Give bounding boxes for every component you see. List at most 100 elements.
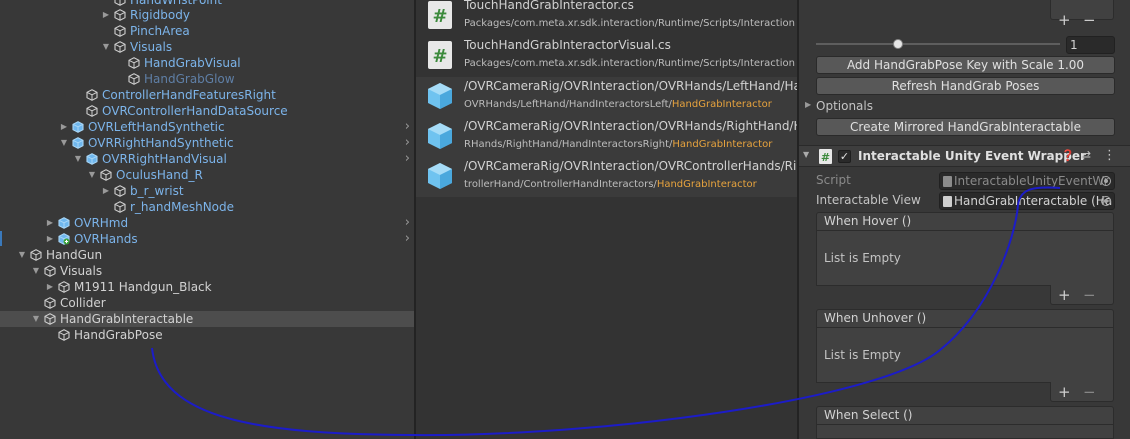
gameobject-icon <box>100 169 112 181</box>
hierarchy-item[interactable]: ▶ Rigidbody <box>0 7 414 23</box>
gameobject-icon <box>114 9 126 21</box>
scale-slider[interactable] <box>816 36 1060 52</box>
result-item[interactable]: /OVRCameraRig/OVRInteraction/OVRHands/Le… <box>416 77 797 117</box>
expand-arrow-icon[interactable]: ▶ <box>805 100 811 109</box>
component-enabled-checkbox[interactable]: ✓ <box>838 150 851 163</box>
chevron-right-icon[interactable]: › <box>405 119 410 135</box>
when-hover-list: List is Empty <box>816 231 1114 286</box>
result-item[interactable]: # TouchHandGrabInteractor.cs Packages/co… <box>416 0 797 36</box>
result-path: OVRHands/LeftHand/HandInteractorsLeft/Ha… <box>464 99 772 110</box>
presets-icon[interactable]: ⇄ <box>1081 148 1091 162</box>
svg-text:#: # <box>821 151 830 164</box>
hierarchy-item[interactable]: ▼ OVRRightHandVisual › <box>0 151 414 167</box>
hierarchy-item[interactable]: ControllerHandFeaturesRight <box>0 87 414 103</box>
gameobject-icon <box>86 89 98 101</box>
remove-event-button[interactable]: − <box>1083 287 1096 303</box>
hierarchy-item[interactable]: OVRControllerHandDataSource <box>0 103 414 119</box>
hierarchy-item[interactable]: ▶ OVRHands › <box>0 231 414 247</box>
help-icon[interactable]: ❓ <box>1061 149 1075 162</box>
chevron-right-icon[interactable]: › <box>405 215 410 231</box>
hierarchy-item-label: Collider <box>60 296 106 310</box>
result-title: TouchHandGrabInteractorVisual.cs <box>464 38 671 52</box>
collapse-arrow-icon[interactable]: ▼ <box>17 247 27 263</box>
component-header[interactable]: ▼ # ✓ Interactable Unity Event Wrapper ❓… <box>799 145 1130 167</box>
result-path: trollerHand/ControllerHandInteractors/Ha… <box>464 179 757 190</box>
hierarchy-item[interactable]: PinchArea <box>0 23 414 39</box>
remove-element-button[interactable]: − <box>1083 12 1096 28</box>
object-picker-icon[interactable] <box>1101 196 1111 206</box>
add-element-button[interactable]: + <box>1058 12 1071 28</box>
when-hover-header: When Hover () <box>816 212 1114 231</box>
hierarchy-item-label: ControllerHandFeaturesRight <box>102 88 276 102</box>
slider-value-field[interactable]: 1 <box>1066 36 1115 54</box>
collapse-arrow-icon[interactable]: ▼ <box>803 150 809 159</box>
collapse-arrow-icon[interactable]: ▼ <box>31 311 41 327</box>
optionals-foldout[interactable]: Optionals <box>816 99 873 113</box>
expand-arrow-icon[interactable]: ▶ <box>101 7 111 23</box>
interactable-view-field[interactable]: HandGrabInteractable (Ha <box>939 192 1115 210</box>
when-unhover-list: List is Empty <box>816 328 1114 383</box>
object-picker-icon <box>1101 176 1111 186</box>
refresh-poses-button[interactable]: Refresh HandGrab Poses <box>816 77 1115 95</box>
add-pose-button[interactable]: Add HandGrabPose Key with Scale 1.00 <box>816 56 1115 74</box>
prefab-cube-icon <box>428 163 452 189</box>
hierarchy-item[interactable]: ▶ OVRLeftHandSynthetic › <box>0 119 414 135</box>
script-field: InteractableUnityEventWr <box>939 172 1115 190</box>
add-event-button[interactable]: + <box>1058 384 1071 400</box>
collapse-arrow-icon[interactable]: ▼ <box>101 39 111 55</box>
gameobject-icon <box>44 297 56 309</box>
add-event-button[interactable]: + <box>1058 287 1071 303</box>
gameobject-icon <box>58 329 70 341</box>
hierarchy-item[interactable]: ▼ OculusHand_R <box>0 167 414 183</box>
hierarchy-item[interactable]: HandGrabPose <box>0 327 414 343</box>
hierarchy-item[interactable]: ▶ M1911 Handgun_Black <box>0 279 414 295</box>
result-path: Packages/com.meta.xr.sdk.interaction/Run… <box>464 18 795 29</box>
collapse-arrow-icon[interactable]: ▼ <box>31 263 41 279</box>
gameobject-icon <box>128 57 140 69</box>
csharp-script-icon: # <box>819 149 832 164</box>
hierarchy-item[interactable]: ▶ OVRHmd › <box>0 215 414 231</box>
result-item[interactable]: # TouchHandGrabInteractorVisual.cs Packa… <box>416 36 797 76</box>
chevron-right-icon[interactable]: › <box>405 231 410 247</box>
hierarchy-item[interactable]: Collider <box>0 295 414 311</box>
collapse-arrow-icon[interactable]: ▼ <box>59 135 69 151</box>
collapse-arrow-icon[interactable]: ▼ <box>73 151 83 167</box>
result-item[interactable]: /OVRCameraRig/OVRInteraction/OVRControll… <box>416 157 797 197</box>
collapse-arrow-icon[interactable]: ▼ <box>87 167 97 183</box>
expand-arrow-icon[interactable]: ▶ <box>45 215 55 231</box>
hierarchy-item[interactable]: ▶ b_r_wrist <box>0 183 414 199</box>
gameobject-icon <box>114 201 126 213</box>
gameobject-icon <box>114 41 126 53</box>
hierarchy-item-label: OVRControllerHandDataSource <box>102 104 288 118</box>
hierarchy-item-label: OVRLeftHandSynthetic <box>88 120 225 134</box>
create-mirrored-button[interactable]: Create Mirrored HandGrabInteractable <box>816 118 1115 136</box>
hierarchy-item-label: OVRHmd <box>74 216 129 230</box>
hierarchy-item[interactable]: ▼ OVRRightHandSynthetic › <box>0 135 414 151</box>
gameobject-icon <box>58 281 70 293</box>
hierarchy-item-label: PinchArea <box>130 24 190 38</box>
script-file-icon <box>943 196 952 207</box>
chevron-right-icon[interactable]: › <box>405 135 410 151</box>
chevron-right-icon[interactable]: › <box>405 151 410 167</box>
expand-arrow-icon[interactable]: ▶ <box>45 279 55 295</box>
expand-arrow-icon[interactable]: ▶ <box>59 119 69 135</box>
hierarchy-item[interactable]: HandGrabVisual <box>0 55 414 71</box>
hierarchy-item-selected[interactable]: ▼ HandGrabInteractable <box>0 311 414 327</box>
remove-event-button[interactable]: − <box>1083 384 1096 400</box>
more-options-icon[interactable]: ⋮ <box>1103 148 1116 163</box>
result-item[interactable]: /OVRCameraRig/OVRInteraction/OVRHands/Ri… <box>416 117 797 157</box>
gameobject-icon <box>114 185 126 197</box>
slider-thumb[interactable] <box>893 39 904 49</box>
hierarchy-item[interactable]: r_handMeshNode <box>0 199 414 215</box>
expand-arrow-icon[interactable]: ▶ <box>45 231 55 247</box>
hierarchy-item[interactable]: ▼ HandGun <box>0 247 414 263</box>
hierarchy-panel: HandWristPoint ▶ Rigidbody PinchArea ▼ V… <box>0 0 414 439</box>
hierarchy-item[interactable]: ▼ Visuals <box>0 39 414 55</box>
svg-text:#: # <box>432 6 447 27</box>
interactable-view-label: Interactable View <box>816 193 921 207</box>
expand-arrow-icon[interactable]: ▶ <box>101 183 111 199</box>
hierarchy-item-label: Visuals <box>60 264 103 278</box>
hierarchy-item[interactable]: HandGrabGlow <box>0 71 414 87</box>
hierarchy-item[interactable]: ▼ Visuals <box>0 263 414 279</box>
result-path: Packages/com.meta.xr.sdk.interaction/Run… <box>464 58 795 69</box>
